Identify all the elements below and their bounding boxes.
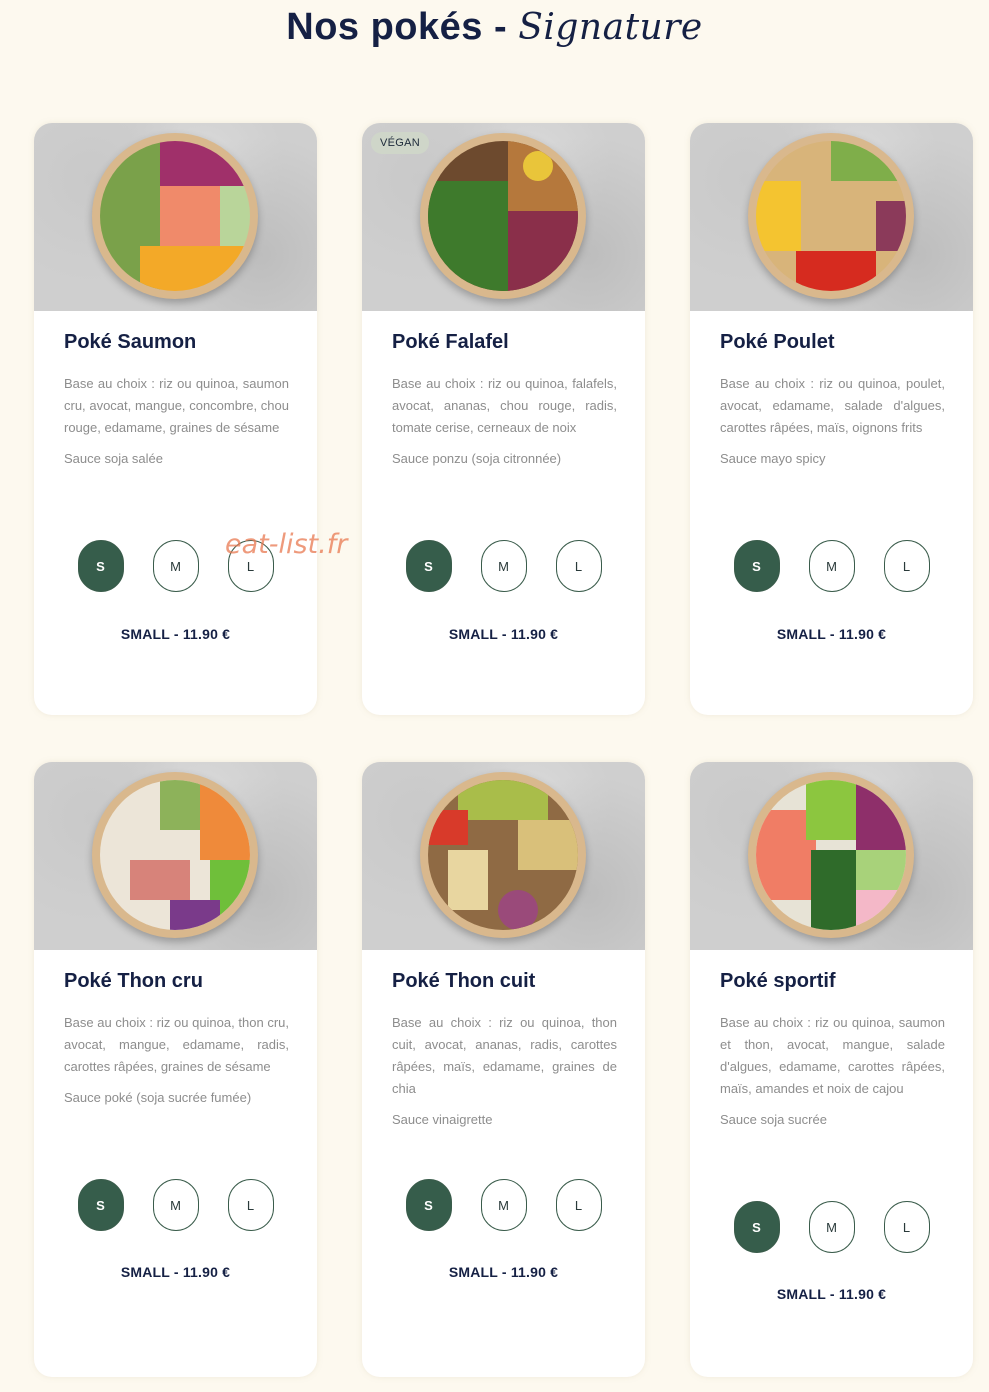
product-card-poke-saumon[interactable]: Poké Saumon Base au choix : riz ou quino… (34, 123, 317, 715)
card-sauce: Sauce vinaigrette (392, 1112, 493, 1127)
size-button-s[interactable]: S (405, 540, 452, 592)
card-price: SMALL - 11.90 € (776, 626, 887, 642)
card-description: Base au choix : riz ou quinoa, thon cuit… (392, 1015, 617, 1096)
card-description: Base au choix : riz ou quinoa, thon cru,… (64, 1015, 289, 1074)
size-button-s[interactable]: S (77, 1179, 124, 1231)
product-image (362, 762, 645, 950)
bowl-image (420, 133, 586, 299)
bowl-image (748, 772, 914, 938)
card-title: Poké Saumon (64, 331, 197, 353)
size-button-l[interactable]: L (555, 1179, 602, 1231)
card-title: Poké Thon cuit (392, 970, 536, 992)
bowl-image (420, 772, 586, 938)
card-price: SMALL - 11.90 € (448, 1264, 559, 1280)
card-sauce: Sauce soja salée (64, 451, 164, 466)
size-selector: S M L (362, 1179, 645, 1231)
card-title: Poké Falafel (392, 331, 509, 353)
size-button-l[interactable]: L (555, 540, 602, 592)
product-card-poke-sportif[interactable]: Poké sportif Base au choix : riz ou quin… (690, 762, 973, 1377)
bowl-image (92, 772, 258, 938)
size-button-s[interactable]: S (733, 1201, 780, 1253)
size-selector: S M L (362, 540, 645, 592)
size-button-m[interactable]: M (152, 540, 199, 592)
size-selector: S M L (690, 540, 973, 592)
size-button-m[interactable]: M (152, 1179, 199, 1231)
size-button-m[interactable]: M (808, 540, 855, 592)
card-description: Base au choix : riz ou quinoa, saumon cr… (64, 376, 289, 435)
size-button-l[interactable]: L (227, 1179, 274, 1231)
card-sauce: Sauce ponzu (soja citronnée) (392, 451, 562, 466)
card-title: Poké Poulet (720, 331, 835, 353)
card-sauce: Sauce soja sucrée (720, 1112, 827, 1127)
size-button-s[interactable]: S (733, 540, 780, 592)
product-image: VÉGAN (362, 123, 645, 311)
bowl-image (92, 133, 258, 299)
vegan-badge: VÉGAN (371, 132, 430, 154)
size-button-m[interactable]: M (808, 1201, 855, 1253)
page-title-main: Nos pokés - (286, 6, 508, 48)
bowl-image (748, 133, 914, 299)
card-description: Base au choix : riz ou quinoa, saumon et… (720, 1015, 945, 1096)
card-description: Base au choix : riz ou quinoa, falafels,… (392, 376, 617, 435)
card-price: SMALL - 11.90 € (120, 626, 231, 642)
size-button-m[interactable]: M (480, 540, 527, 592)
size-button-l[interactable]: L (883, 1201, 930, 1253)
product-image (690, 762, 973, 950)
size-selector: S M L (34, 1179, 317, 1231)
size-selector: S M L (690, 1201, 973, 1253)
card-price: SMALL - 11.90 € (776, 1286, 887, 1302)
card-sauce: Sauce mayo spicy (720, 451, 826, 466)
product-image (690, 123, 973, 311)
card-price: SMALL - 11.90 € (448, 626, 559, 642)
card-title: Poké sportif (720, 970, 836, 992)
size-button-s[interactable]: S (405, 1179, 452, 1231)
page-title: Nos pokés - Signature (0, 6, 989, 49)
size-button-s[interactable]: S (77, 540, 124, 592)
product-image (34, 123, 317, 311)
page-title-script: Signature (518, 7, 703, 48)
product-image (34, 762, 317, 950)
card-title: Poké Thon cru (64, 970, 203, 992)
size-button-l[interactable]: L (883, 540, 930, 592)
size-button-m[interactable]: M (480, 1179, 527, 1231)
card-sauce: Sauce poké (soja sucrée fumée) (64, 1090, 252, 1105)
product-card-poke-thon-cuit[interactable]: Poké Thon cuit Base au choix : riz ou qu… (362, 762, 645, 1377)
product-card-poke-thon-cru[interactable]: Poké Thon cru Base au choix : riz ou qui… (34, 762, 317, 1377)
card-description: Base au choix : riz ou quinoa, poulet, a… (720, 376, 945, 435)
product-card-poke-poulet[interactable]: Poké Poulet Base au choix : riz ou quino… (690, 123, 973, 715)
card-price: SMALL - 11.90 € (120, 1264, 231, 1280)
product-card-poke-falafel[interactable]: VÉGAN Poké Falafel Base au choix : riz o… (362, 123, 645, 715)
watermark-text: eat-list.fr (225, 529, 348, 560)
